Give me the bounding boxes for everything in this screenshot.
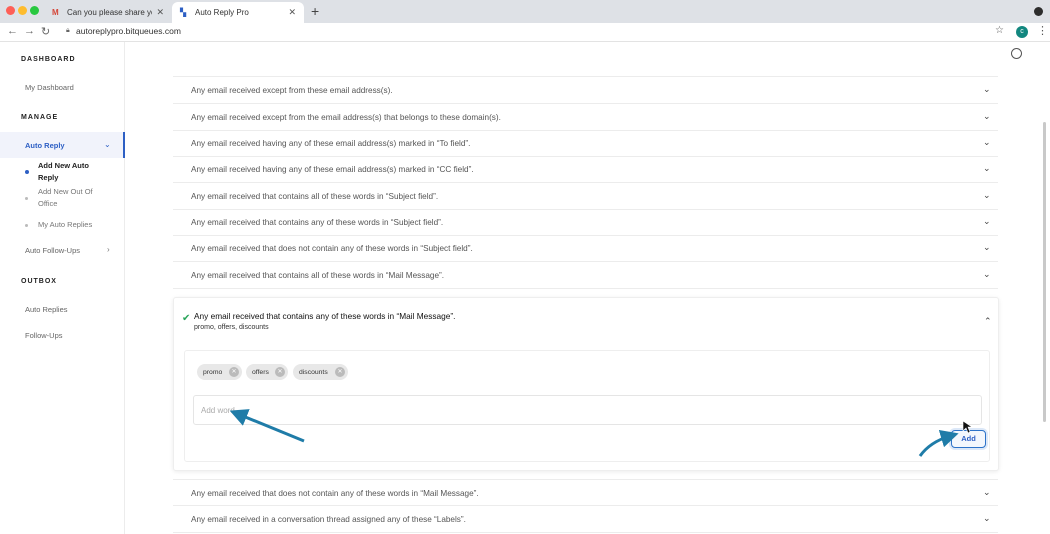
rule-row[interactable]: Any email received that does not contain… (173, 479, 998, 506)
chevron-right-icon: › (107, 245, 110, 254)
checkmark-icon: ✔ (182, 313, 191, 324)
browser-tab-bar: M Can you please share your m ✕ ▚ Auto R… (0, 0, 1050, 23)
chevron-down-icon[interactable]: ⌄ (983, 190, 991, 201)
chevron-down-icon[interactable]: ⌄ (983, 513, 991, 524)
reload-icon[interactable]: ↻ (41, 25, 50, 38)
remove-chip-icon[interactable]: ✕ (275, 367, 285, 377)
sidebar-item-my-dashboard[interactable]: My Dashboard (25, 83, 74, 92)
chevron-down-icon[interactable]: ⌄ (983, 163, 991, 174)
chevron-down-icon[interactable]: ⌄ (983, 84, 991, 95)
bullet-icon (25, 197, 28, 200)
section-header-outbox: OUTBOX (21, 278, 57, 285)
chevron-down-icon[interactable]: ⌄ (983, 242, 991, 253)
scrollbar[interactable] (1043, 122, 1046, 422)
rule-row[interactable]: Any email received except from these ema… (173, 77, 998, 104)
rule-row[interactable]: Any email received that contains all of … (173, 183, 998, 210)
sidebar-subitem-add-new-auto-reply[interactable]: Add New Auto Reply (38, 160, 108, 184)
chevron-down-icon[interactable]: ⌄ (983, 216, 991, 227)
section-header-dashboard: DASHBOARD (21, 56, 76, 63)
sidebar: DASHBOARD My Dashboard MANAGE Auto Reply… (0, 42, 125, 534)
profile-avatar[interactable]: c (1016, 26, 1028, 38)
sidebar-subitem-my-auto-replies[interactable]: My Auto Replies (38, 219, 108, 231)
minimize-window-icon[interactable] (18, 6, 27, 15)
browser-tab-gmail[interactable]: M Can you please share your m ✕ (44, 2, 172, 23)
close-window-icon[interactable] (6, 6, 15, 15)
word-chip: offers ✕ (246, 364, 288, 380)
close-tab-icon[interactable]: ✕ (288, 7, 296, 18)
expanded-rule-summary: promo, offers, discounts (194, 324, 269, 331)
gmail-icon: M (52, 7, 59, 17)
active-bullet-icon (25, 170, 29, 174)
add-word-button[interactable]: Add (951, 430, 986, 448)
lock-icon[interactable]: 🔒︎ (66, 27, 70, 35)
bullet-icon (25, 224, 28, 227)
forward-icon[interactable]: → (24, 25, 35, 37)
chevron-down-icon[interactable]: ⌄ (983, 111, 991, 122)
word-chip: discounts ✕ (293, 364, 348, 380)
sidebar-item-auto-reply[interactable]: Auto Reply ⌄ (0, 132, 125, 158)
word-editor-panel: promo ✕ offers ✕ discounts ✕ Add word Ad… (184, 350, 990, 462)
back-icon[interactable]: ← (7, 25, 18, 37)
maximize-window-icon[interactable] (30, 6, 39, 15)
sidebar-item-auto-follow-ups[interactable]: Auto Follow-Ups (25, 246, 80, 255)
rule-row[interactable]: Any email received having any of these e… (173, 130, 998, 157)
sidebar-item-follow-ups[interactable]: Follow-Ups (25, 331, 63, 340)
chevron-up-icon[interactable]: ⌃ (984, 316, 992, 327)
expanded-rule-card: ✔ Any email received that contains any o… (173, 297, 999, 471)
rule-row[interactable]: Any email received that does not contain… (173, 235, 998, 262)
rule-row[interactable]: Any email received having any of these e… (173, 156, 998, 183)
rule-row[interactable]: Any email received that contains any of … (173, 209, 998, 236)
word-chip: promo ✕ (197, 364, 242, 380)
new-tab-icon[interactable]: + (311, 3, 319, 19)
app-icon: ▚ (180, 7, 187, 17)
chevron-down-icon[interactable]: ⌄ (983, 487, 991, 498)
rule-row[interactable]: Any email received except from the email… (173, 104, 998, 131)
rule-row-partial (173, 63, 998, 77)
chevron-down-icon: ⌄ (104, 140, 111, 149)
address-bar: ← → ↻ autoreplypro.bitqueues.com 🔒︎ ☆ c … (0, 23, 1050, 42)
sidebar-subitem-add-new-out-of-office[interactable]: Add New Out Of Office (38, 186, 108, 210)
close-tab-icon[interactable]: ✕ (156, 7, 164, 18)
remove-chip-icon[interactable]: ✕ (335, 367, 345, 377)
bookmark-star-icon[interactable]: ☆ (995, 25, 1004, 36)
more-menu-icon[interactable]: ⋮ (1037, 24, 1048, 37)
rule-row[interactable]: Any email received that contains all of … (173, 262, 998, 289)
expanded-rule-title[interactable]: Any email received that contains any of … (194, 311, 455, 321)
user-account-icon[interactable] (1011, 48, 1022, 59)
url-field[interactable]: autoreplypro.bitqueues.com (76, 26, 181, 36)
chevron-down-icon[interactable]: ⌄ (983, 269, 991, 280)
browser-tab-auto-reply-pro[interactable]: ▚ Auto Reply Pro ✕ (172, 2, 304, 23)
section-header-manage: MANAGE (21, 114, 59, 121)
sidebar-item-auto-replies[interactable]: Auto Replies (25, 305, 68, 314)
remove-chip-icon[interactable]: ✕ (229, 367, 239, 377)
chevron-down-icon[interactable]: ⌄ (983, 137, 991, 148)
browser-profile-icon[interactable] (1034, 7, 1043, 16)
add-word-input[interactable]: Add word (193, 395, 982, 425)
sidebar-item-label: Auto Reply (25, 141, 65, 150)
rule-row[interactable]: Any email received in a conversation thr… (173, 506, 998, 533)
